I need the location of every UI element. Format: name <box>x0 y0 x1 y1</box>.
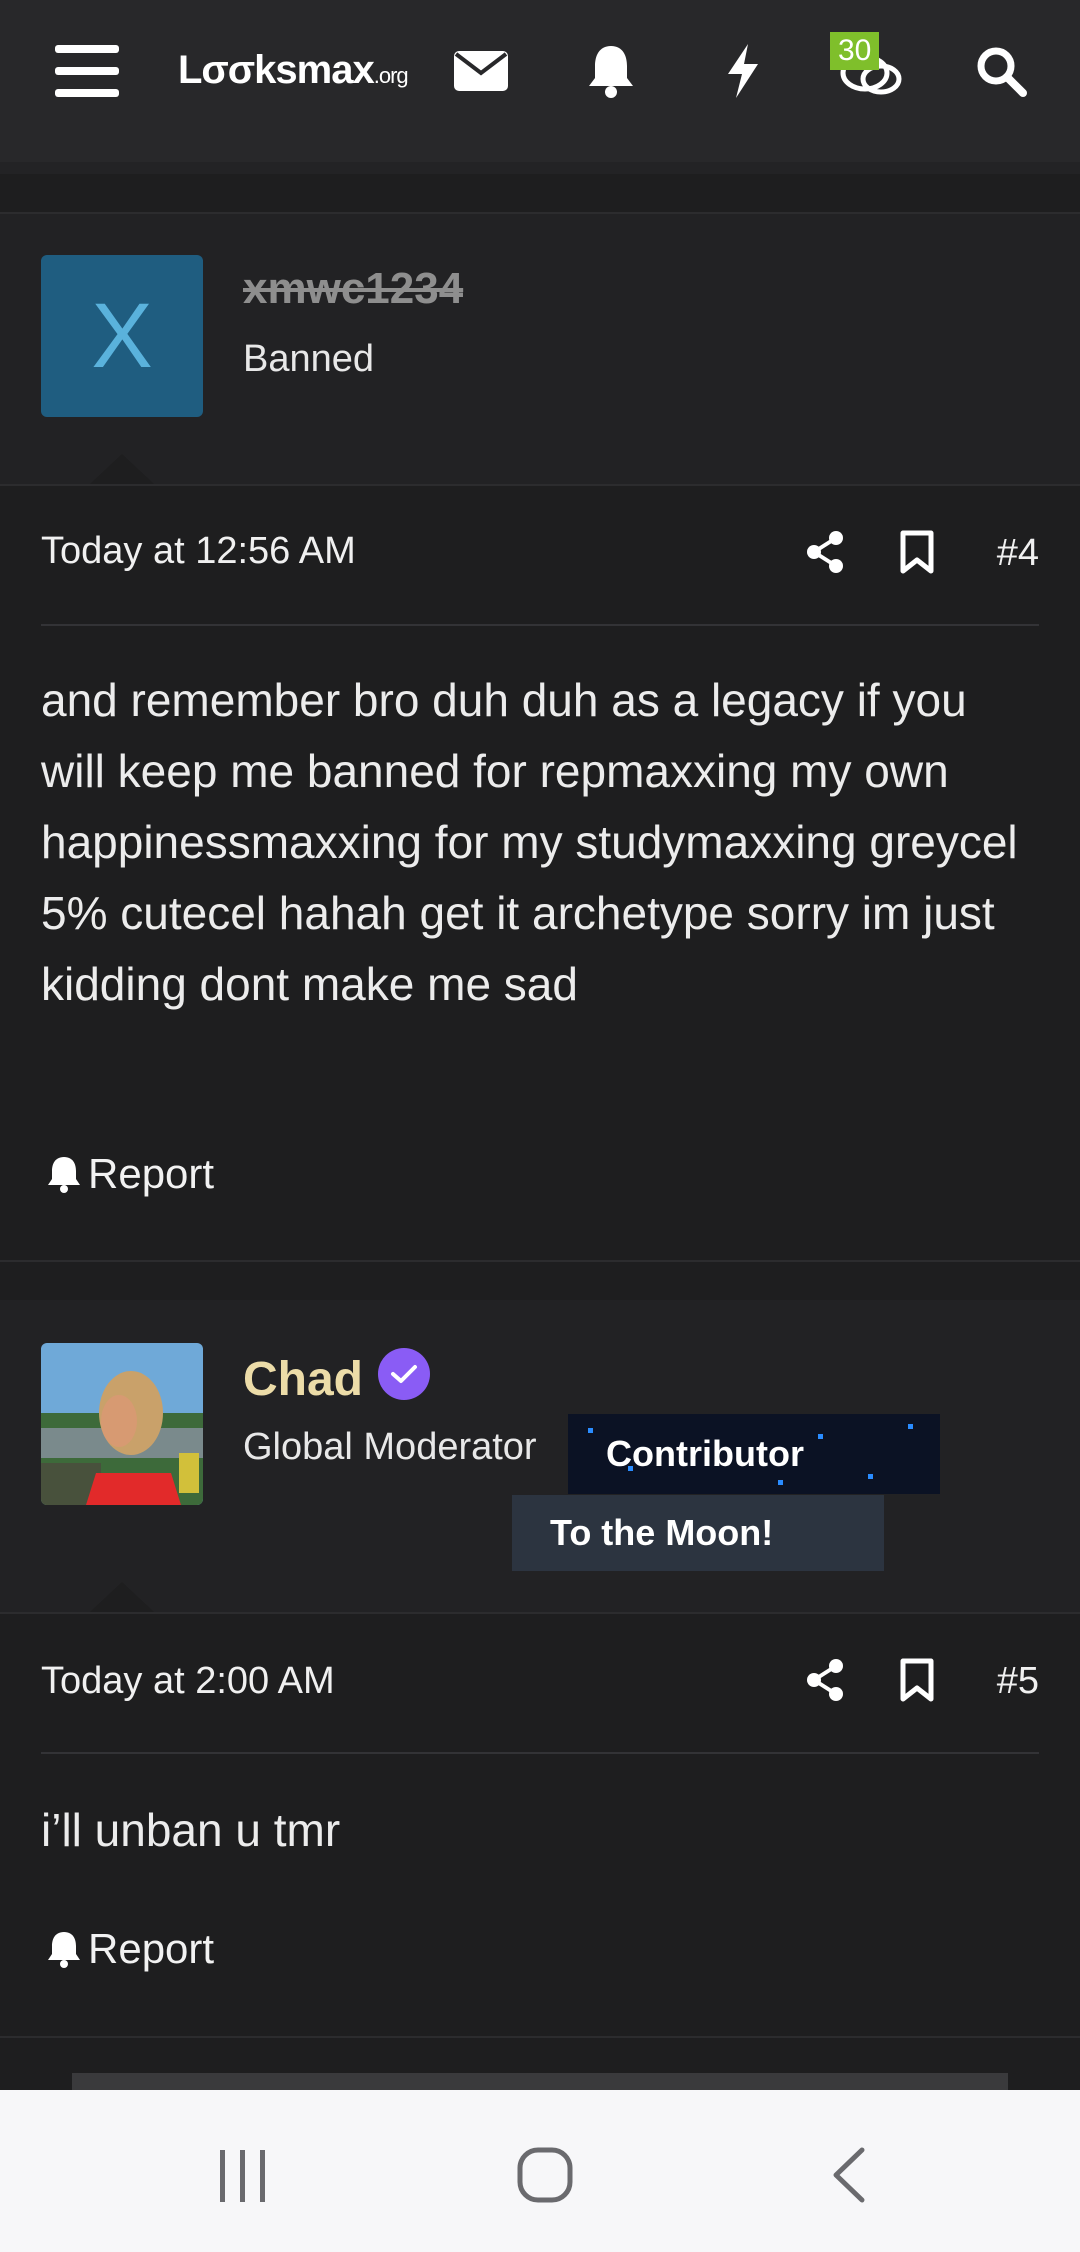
share-icon[interactable] <box>806 530 846 579</box>
bell-icon <box>48 1157 80 1193</box>
post-5-user-block: Chad Global Moderator Contributor To the… <box>0 1300 1080 1612</box>
divider <box>0 1260 1080 1262</box>
bookmark-icon[interactable] <box>900 530 934 579</box>
recent-apps-icon[interactable] <box>218 2150 268 2207</box>
post-number[interactable]: #5 <box>997 1660 1039 1703</box>
post-body: i’ll unban u tmr <box>41 1804 341 1856</box>
chat-count-badge: 30 <box>830 32 880 70</box>
user-title: Global Moderator <box>243 1426 537 1468</box>
report-button[interactable]: Report <box>46 1925 214 1973</box>
divider <box>41 624 1039 626</box>
post-5-meta: Today at 2:00 AM <box>41 1660 1039 1703</box>
site-logo[interactable]: Lσσksmax.org <box>178 48 409 93</box>
top-navigation-bar: Lσσksmax.org 30 <box>0 0 1080 174</box>
notch <box>90 454 154 484</box>
next-post-edge <box>72 2073 1008 2090</box>
lightning-icon[interactable] <box>708 36 778 106</box>
avatar[interactable] <box>41 1343 203 1505</box>
report-button[interactable]: Report <box>46 1150 214 1198</box>
post-4-user-block: X xmwc1234 Banned <box>0 214 1080 484</box>
avatar[interactable]: X <box>41 255 203 417</box>
back-icon[interactable] <box>828 2146 868 2209</box>
divider <box>0 484 1080 486</box>
post-timestamp[interactable]: Today at 2:00 AM <box>41 1660 335 1702</box>
search-icon[interactable] <box>966 36 1036 106</box>
username[interactable]: xmwc1234 <box>243 264 463 314</box>
menu-icon[interactable] <box>52 36 122 106</box>
post-timestamp[interactable]: Today at 12:56 AM <box>41 530 356 572</box>
divider <box>0 1612 1080 1614</box>
username[interactable]: Chad <box>243 1352 363 1407</box>
bookmark-icon[interactable] <box>900 1658 934 1707</box>
system-navigation-bar <box>0 2090 1080 2252</box>
notch <box>90 1582 154 1612</box>
bell-icon <box>48 1932 80 1968</box>
post-4-meta: Today at 12:56 AM <box>41 530 1039 573</box>
header-shadow <box>0 162 1080 174</box>
bell-icon[interactable] <box>576 36 646 106</box>
user-title: Banned <box>243 338 375 380</box>
to-the-moon-banner: To the Moon! <box>512 1495 884 1571</box>
post-body: and remember bro duh duh as a legacy if … <box>41 674 1018 1010</box>
post-number[interactable]: #4 <box>997 532 1039 575</box>
divider <box>41 1752 1039 1754</box>
home-icon[interactable] <box>516 2146 574 2209</box>
contributor-banner: Contributor <box>568 1414 940 1494</box>
share-icon[interactable] <box>806 1658 846 1707</box>
verified-icon <box>378 1348 430 1400</box>
divider <box>0 2036 1080 2038</box>
envelope-icon[interactable] <box>446 36 516 106</box>
